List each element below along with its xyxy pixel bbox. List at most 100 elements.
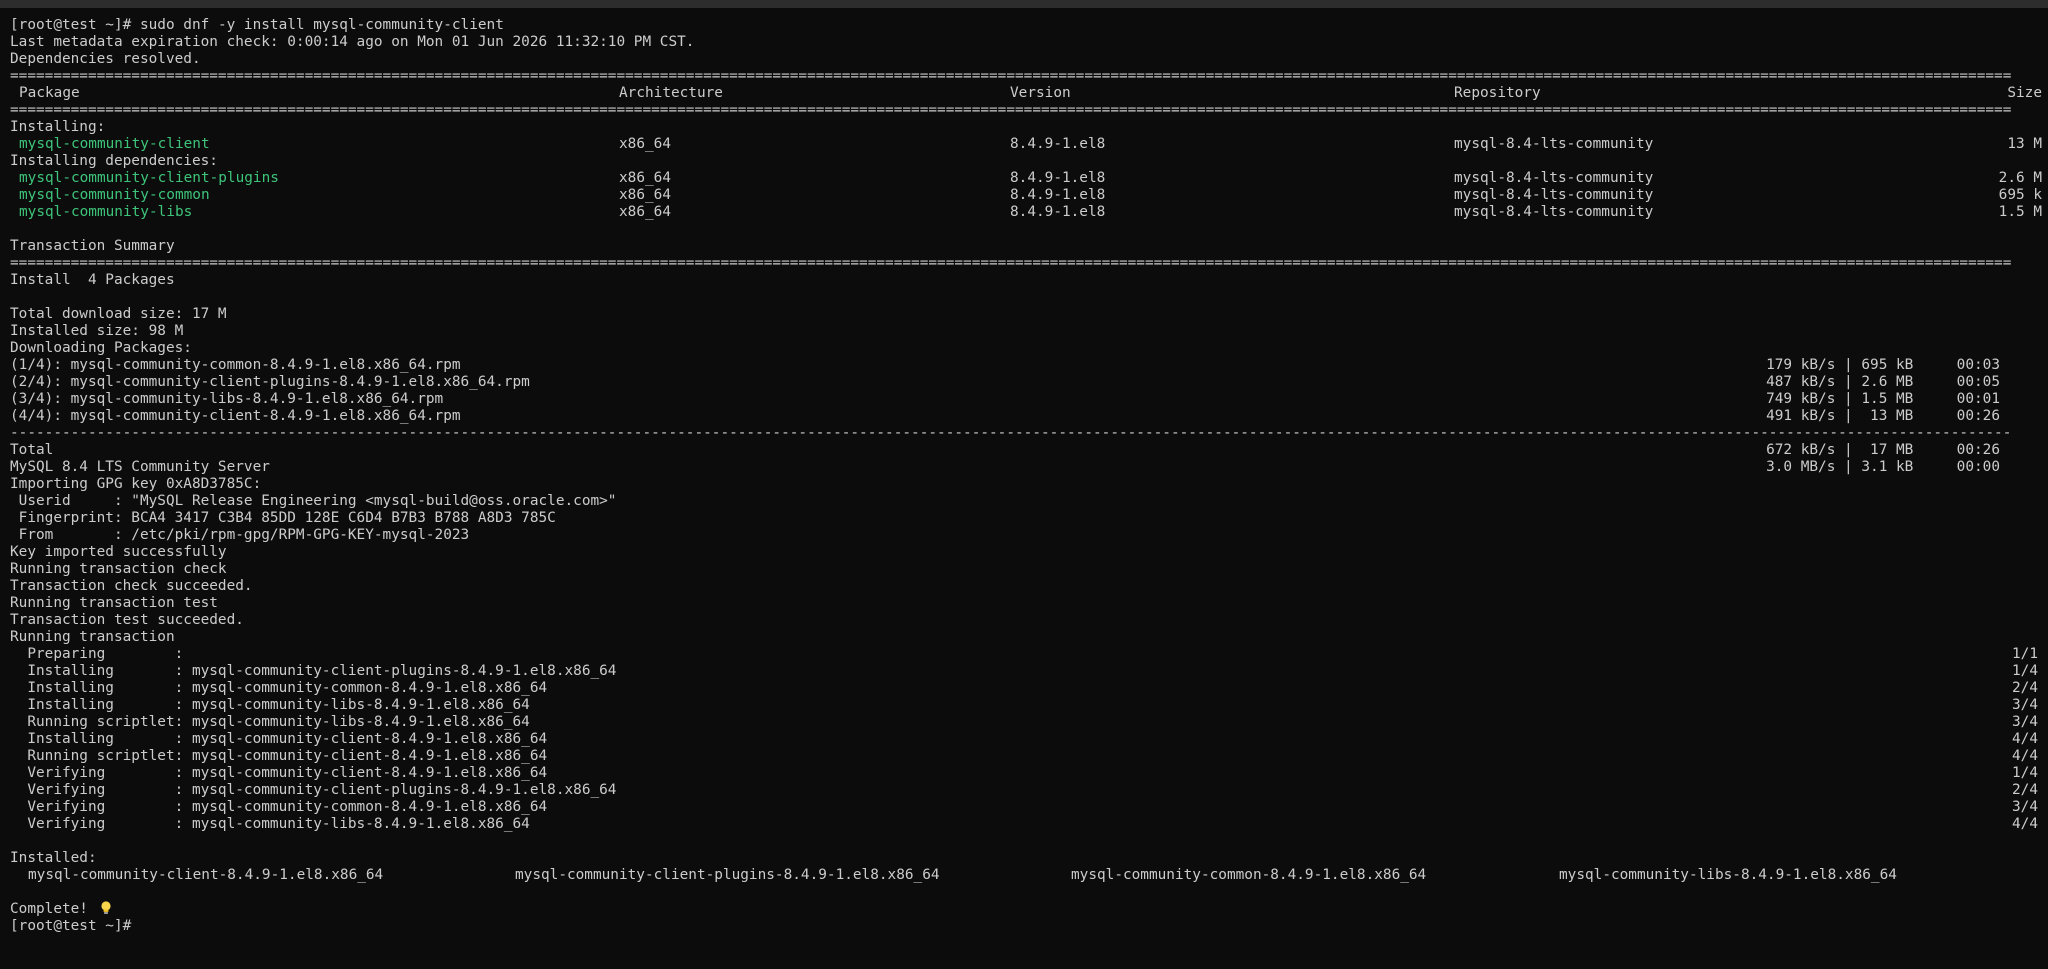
installed-size: Installed size: 98 M: [10, 323, 184, 339]
command-line: [root@test ~]# sudo dnf -y install mysql…: [10, 17, 2044, 34]
header-repository: Repository: [1454, 85, 1541, 101]
installed-package: mysql-community-libs-8.4.9-1.el8.x86_64: [1559, 867, 1897, 883]
package-repo: mysql-8.4-lts-community: [1454, 204, 1654, 220]
installed-label: Installed:: [10, 850, 97, 866]
step-text: Installing : mysql-community-client-8.4.…: [10, 731, 548, 747]
step-text: Verifying : mysql-community-client-8.4.9…: [10, 765, 548, 781]
transaction-step: Installing : mysql-community-client-8.4.…: [10, 731, 2044, 748]
step-text: Verifying : mysql-community-common-8.4.9…: [10, 799, 548, 815]
package-name: mysql-community-client-plugins: [19, 170, 279, 186]
step-count: 1/4: [2012, 663, 2038, 679]
status-line: Running transaction test: [10, 595, 218, 611]
package-size: 2.6 M: [1998, 170, 2042, 186]
installed-row: mysql-community-client-8.4.9-1.el8.x86_6…: [10, 867, 2044, 884]
installed-package: mysql-community-client-8.4.9-1.el8.x86_6…: [28, 867, 384, 883]
installed-package: mysql-community-client-plugins-8.4.9-1.e…: [515, 867, 940, 883]
download-file: (1/4): mysql-community-common-8.4.9-1.el…: [10, 357, 461, 373]
transaction-step: Running scriptlet: mysql-community-libs-…: [10, 714, 2044, 731]
gpg-line: From : /etc/pki/rpm-gpg/RPM-GPG-KEY-mysq…: [10, 527, 470, 543]
download-row: (2/4): mysql-community-client-plugins-8.…: [10, 374, 2044, 391]
download-stats: 487 kB/s | 2.6 MB 00:05: [1766, 374, 2000, 390]
status-line: Transaction check succeeded.: [10, 578, 253, 594]
package-repo: mysql-8.4-lts-community: [1454, 170, 1654, 186]
terminal-output[interactable]: [root@test ~]# sudo dnf -y install mysql…: [10, 17, 2044, 935]
transaction-step: Installing : mysql-community-common-8.4.…: [10, 680, 2044, 697]
package-version: 8.4.9-1.el8: [1010, 170, 1106, 186]
step-count: 3/4: [2012, 799, 2038, 815]
table-header-row: Package Architecture Version Repository …: [10, 85, 2044, 102]
package-version: 8.4.9-1.el8: [1010, 136, 1106, 152]
gpg-line: Importing GPG key 0xA8D3785C:: [10, 476, 262, 492]
server-label: MySQL 8.4 LTS Community Server: [10, 459, 270, 475]
download-file: (2/4): mysql-community-client-plugins-8.…: [10, 374, 530, 390]
package-repo: mysql-8.4-lts-community: [1454, 187, 1654, 203]
package-arch: x86_64: [619, 136, 671, 152]
header-size: Size: [2007, 85, 2042, 101]
download-stats: 491 kB/s | 13 MB 00:26: [1766, 408, 2000, 424]
installed-package: mysql-community-common-8.4.9-1.el8.x86_6…: [1071, 867, 1427, 883]
metadata-line: Last metadata expiration check: 0:00:14 …: [10, 34, 695, 50]
download-stats: 179 kB/s | 695 kB 00:03: [1766, 357, 2000, 373]
complete-text: Complete!: [10, 901, 88, 917]
step-count: 4/4: [2012, 731, 2038, 747]
transaction-step: Installing : mysql-community-client-plug…: [10, 663, 2044, 680]
transaction-step: Preparing : 1/1: [10, 646, 2044, 663]
download-stats: 749 kB/s | 1.5 MB 00:01: [1766, 391, 2000, 407]
total-label: Total: [10, 442, 54, 458]
lightbulb-icon: [100, 901, 112, 918]
status-line: Key imported successfully: [10, 544, 227, 560]
download-file: (3/4): mysql-community-libs-8.4.9-1.el8.…: [10, 391, 444, 407]
download-file: (4/4): mysql-community-client-8.4.9-1.el…: [10, 408, 461, 424]
rule-line: ----------------------------------------…: [10, 425, 2012, 441]
step-text: Installing : mysql-community-client-plug…: [10, 663, 617, 679]
total-stats: 672 kB/s | 17 MB 00:26: [1766, 442, 2000, 458]
step-text: Installing : mysql-community-common-8.4.…: [10, 680, 548, 696]
prompt: [root@test ~]#: [10, 918, 132, 934]
rule-line: ========================================…: [10, 68, 2012, 84]
package-name: mysql-community-libs: [19, 204, 193, 220]
transaction-step: Verifying : mysql-community-libs-8.4.9-1…: [10, 816, 2044, 833]
transaction-step: Verifying : mysql-community-client-8.4.9…: [10, 765, 2044, 782]
package-size: 13 M: [2007, 136, 2042, 152]
status-line: Transaction test succeeded.: [10, 612, 244, 628]
downloading-label: Downloading Packages:: [10, 340, 192, 356]
step-count: 4/4: [2012, 748, 2038, 764]
package-version: 8.4.9-1.el8: [1010, 187, 1106, 203]
step-count: 4/4: [2012, 816, 2038, 832]
step-text: Running scriptlet: mysql-community-libs-…: [10, 714, 530, 730]
complete-line: Complete!: [10, 901, 2044, 918]
final-prompt-line[interactable]: [root@test ~]#: [10, 918, 2044, 935]
transaction-step: Verifying : mysql-community-client-plugi…: [10, 782, 2044, 799]
step-count: 2/4: [2012, 782, 2038, 798]
table-row: mysql-community-client x86_64 8.4.9-1.el…: [10, 136, 2044, 153]
prompt: [root@test ~]#: [10, 17, 132, 33]
table-row: mysql-community-client-plugins x86_64 8.…: [10, 170, 2044, 187]
table-row: mysql-community-common x86_64 8.4.9-1.el…: [10, 187, 2044, 204]
deps-label: Installing dependencies:: [10, 153, 218, 169]
server-stats: 3.0 MB/s | 3.1 kB 00:00: [1766, 459, 2000, 475]
package-version: 8.4.9-1.el8: [1010, 204, 1106, 220]
download-row: (1/4): mysql-community-common-8.4.9-1.el…: [10, 357, 2044, 374]
step-text: Verifying : mysql-community-client-plugi…: [10, 782, 617, 798]
total-download-size: Total download size: 17 M: [10, 306, 227, 322]
step-count: 1/4: [2012, 765, 2038, 781]
command-text: sudo dnf -y install mysql-community-clie…: [139, 17, 504, 33]
transaction-step: Running scriptlet: mysql-community-clien…: [10, 748, 2044, 765]
transaction-step: Verifying : mysql-community-common-8.4.9…: [10, 799, 2044, 816]
package-size: 1.5 M: [1998, 204, 2042, 220]
package-name: mysql-community-client: [19, 136, 210, 152]
header-package: Package: [19, 85, 80, 101]
step-count: 1/1: [2012, 646, 2038, 662]
package-repo: mysql-8.4-lts-community: [1454, 136, 1654, 152]
step-text: Installing : mysql-community-libs-8.4.9-…: [10, 697, 530, 713]
installing-label: Installing:: [10, 119, 106, 135]
rule-line: ========================================…: [10, 255, 2012, 271]
rule-line: ========================================…: [10, 102, 2012, 118]
package-arch: x86_64: [619, 187, 671, 203]
package-size: 695 k: [1998, 187, 2042, 203]
header-version: Version: [1010, 85, 1071, 101]
